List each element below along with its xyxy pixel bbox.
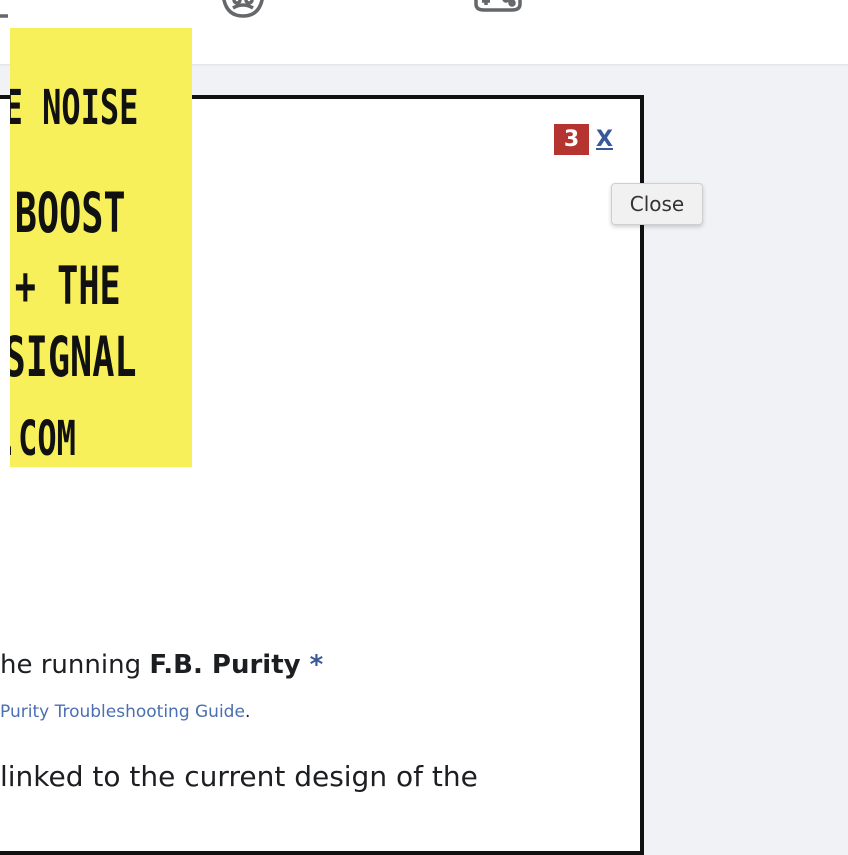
poster-line-4: SIGNAL	[10, 325, 137, 390]
troubleshooting-guide-link[interactable]: Purity Troubleshooting Guide	[0, 702, 245, 722]
step-number-badge: 3	[554, 124, 589, 155]
troubleshooting-line: Purity Troubleshooting Guide.	[0, 702, 250, 722]
running-message-prefix: he running	[0, 650, 150, 680]
poster-line-3: + THE	[15, 255, 121, 317]
product-name: F.B. Purity	[149, 650, 301, 680]
asterisk-marker: *	[300, 650, 324, 680]
running-message: he running F.B. Purity *	[0, 650, 323, 680]
poster-line-5: .COM	[10, 410, 76, 466]
poster-line-1: E NOISE	[10, 79, 138, 135]
poster-line-2: BOOST	[15, 181, 126, 246]
troubleshooting-suffix: .	[244, 702, 251, 722]
body-text-line: linked to the current design of the	[0, 760, 478, 793]
close-tooltip: Close	[611, 183, 703, 225]
profile-icon[interactable]	[213, 0, 273, 20]
gaming-icon[interactable]	[468, 0, 528, 20]
groups-icon[interactable]	[0, 0, 30, 20]
close-button[interactable]: X	[596, 124, 613, 155]
boost-the-signal-poster: E NOISE BOOST + THE SIGNAL .COM	[10, 28, 192, 467]
